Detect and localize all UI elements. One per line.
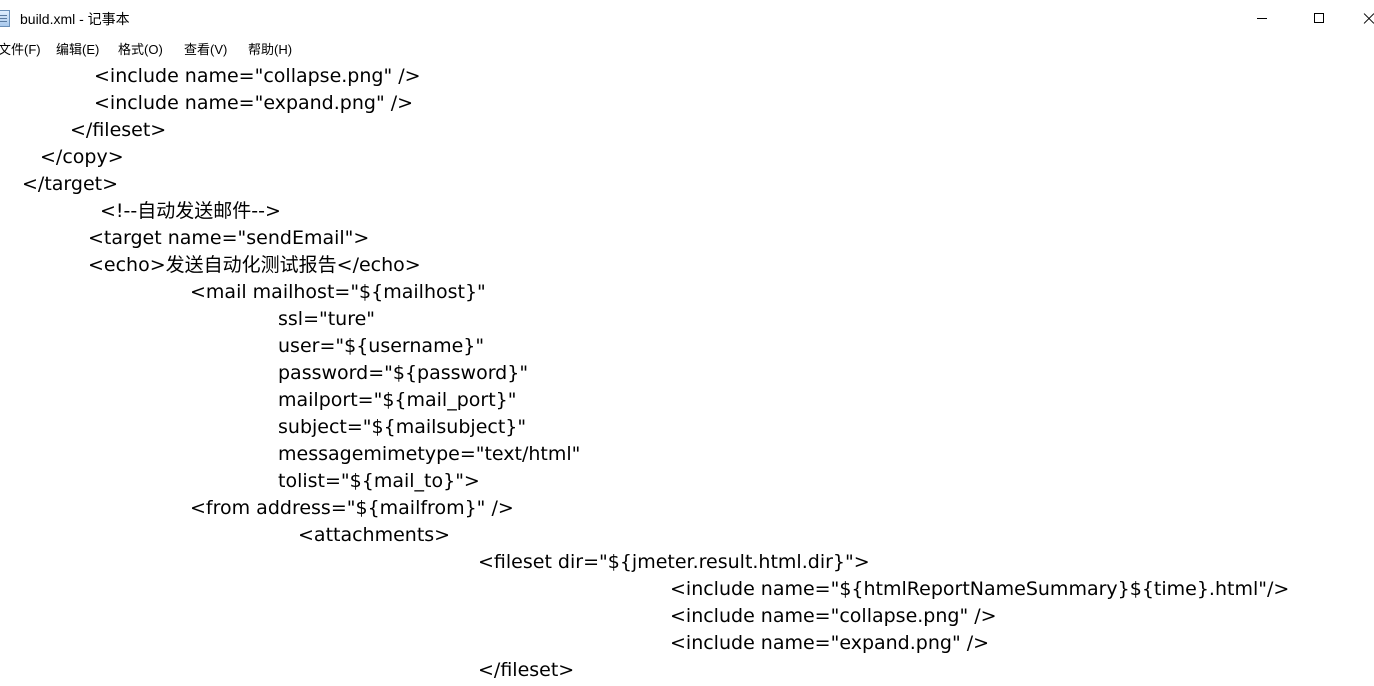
menu-help[interactable]: 帮助(H): [248, 42, 292, 58]
code-line: ssl="ture": [278, 308, 376, 330]
menu-bar: 文件(F) 编辑(E) 格式(O) 查看(V) 帮助(H): [0, 38, 1374, 62]
text-editor-area[interactable]: <include name="collapse.png" /> <include…: [0, 62, 1374, 686]
code-line: </fileset>: [478, 659, 575, 681]
code-line: password="${password}": [278, 362, 529, 384]
code-line: <include name="collapse.png" />: [94, 65, 421, 87]
code-line: <mail mailhost="${mailhost}": [190, 281, 486, 303]
code-line: <target name="sendEmail">: [88, 227, 370, 249]
code-line: messagemimetype="text/html": [278, 443, 581, 465]
minimize-button[interactable]: [1240, 0, 1286, 38]
code-line: <include name="expand.png" />: [94, 92, 414, 114]
code-line: tolist="${mail_to}">: [278, 470, 480, 492]
code-line: <!--自动发送邮件-->: [100, 200, 281, 222]
menu-view[interactable]: 查看(V): [184, 42, 227, 58]
code-line: subject="${mailsubject}": [278, 416, 527, 438]
code-line: <include name="collapse.png" />: [670, 605, 997, 627]
title-bar: build.xml - 记事本: [0, 0, 1374, 38]
menu-file[interactable]: 文件(F): [0, 42, 41, 58]
code-line: user="${username}": [278, 335, 485, 357]
code-line: <include name="${htmlReportNameSummary}$…: [670, 578, 1290, 600]
code-line: <fileset dir="${jmeter.result.html.dir}"…: [478, 551, 870, 573]
menu-format[interactable]: 格式(O): [118, 42, 163, 58]
close-button[interactable]: [1346, 0, 1374, 38]
code-line: <from address="${mailfrom}" />: [190, 497, 514, 519]
code-line: <include name="expand.png" />: [670, 632, 990, 654]
notepad-icon[interactable]: [0, 10, 10, 27]
code-line: <attachments>: [298, 524, 451, 546]
window-title: build.xml - 记事本: [20, 11, 130, 27]
code-line: mailport="${mail_port}": [278, 389, 517, 411]
maximize-button[interactable]: [1297, 0, 1343, 38]
code-line: <echo>发送自动化测试报告</echo>: [88, 254, 421, 276]
menu-edit[interactable]: 编辑(E): [56, 42, 99, 58]
code-line: </target>: [22, 173, 119, 195]
code-line: </fileset>: [70, 119, 167, 141]
code-line: </copy>: [40, 146, 124, 168]
